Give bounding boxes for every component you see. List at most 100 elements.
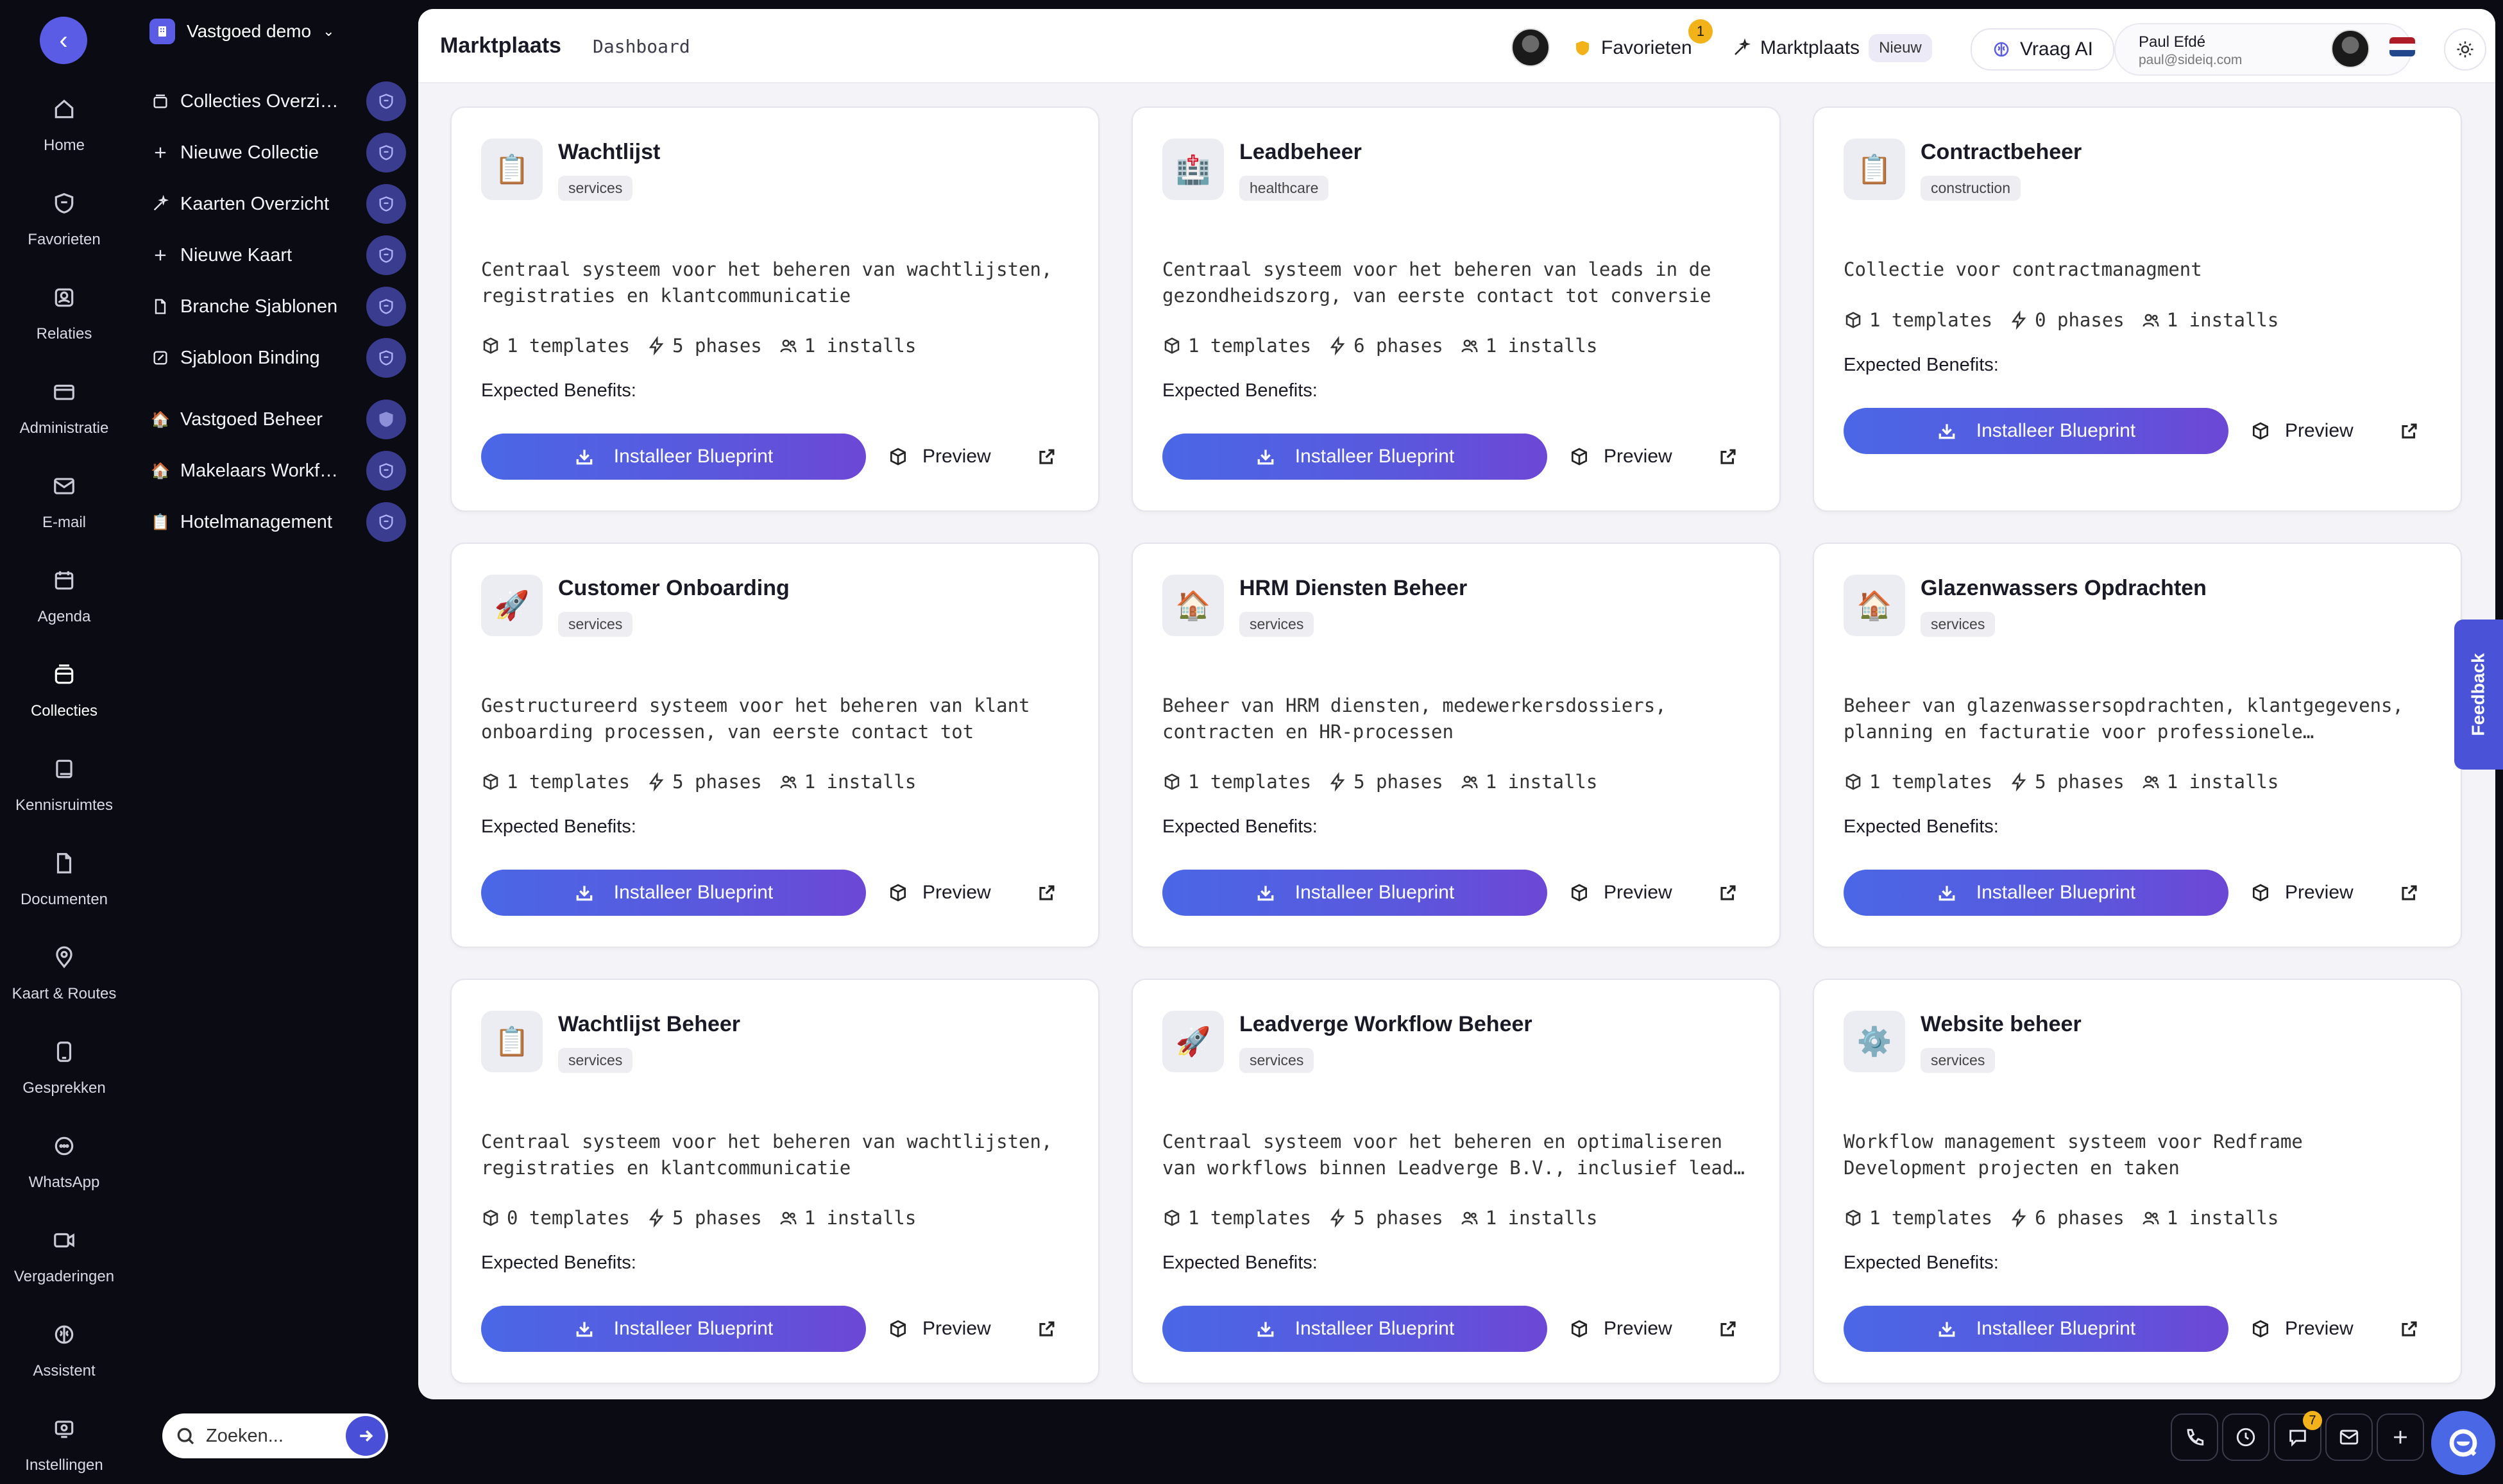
sidebar-item-vastgoed-beheer[interactable]: 🏠 Vastgoed Beheer [149, 399, 406, 440]
open-external-button[interactable] [2397, 870, 2422, 916]
card-description: Centraal systeem voor het beheren van le… [1162, 258, 1711, 307]
install-blueprint-button[interactable]: Installeer Blueprint [481, 1306, 866, 1352]
open-external-button[interactable] [1034, 434, 1060, 480]
install-blueprint-button[interactable]: Installeer Blueprint [1844, 870, 2228, 916]
pin-button[interactable] [366, 338, 406, 378]
open-external-button[interactable] [2397, 1306, 2422, 1352]
rail-item-favorieten[interactable]: Favorieten [0, 181, 128, 258]
pin-button[interactable] [366, 81, 406, 121]
install-blueprint-button[interactable]: Installeer Blueprint [481, 870, 866, 916]
rail-item-kennisruimtes[interactable]: Kennisruimtes [0, 746, 128, 823]
category-tag: construction [1921, 176, 2021, 201]
search-input[interactable] [205, 1424, 335, 1447]
house-emoji: 🏠 [151, 410, 170, 428]
box-icon [55, 664, 74, 684]
user-menu[interactable]: Paul Efdé paul@sideiq.com [2114, 23, 2412, 76]
pin-button[interactable] [366, 400, 406, 439]
preview-button[interactable]: Preview [2250, 1306, 2354, 1352]
rail-item-administratie[interactable]: Administratie [0, 369, 128, 446]
open-external-button[interactable] [2397, 408, 2422, 454]
download-icon [1939, 1322, 1955, 1337]
rail-item-collecties[interactable]: Collecties [0, 652, 128, 729]
install-blueprint-button[interactable]: Installeer Blueprint [1844, 408, 2228, 454]
feedback-tab[interactable]: Feedback [2454, 620, 2503, 770]
rail-icon-wrap [42, 841, 87, 886]
assistant-chat-button[interactable] [2431, 1411, 2495, 1475]
rail-item-e-mail[interactable]: E-mail [0, 464, 128, 541]
preview-button[interactable]: Preview [1569, 1306, 1672, 1352]
favorites-label: Favorieten [1601, 37, 1692, 58]
pin-button[interactable] [366, 184, 406, 224]
open-external-button[interactable] [1715, 434, 1741, 480]
preview-button[interactable]: Preview [2250, 870, 2354, 916]
marketplace-button[interactable]: Marktplaats Nieuw [1732, 28, 1932, 68]
phases-stat: 5 phases [1328, 771, 1443, 793]
preview-button[interactable]: Preview [888, 870, 991, 916]
ask-ai-button[interactable]: Vraag AI [1971, 28, 2114, 71]
history-button[interactable] [2222, 1413, 2270, 1461]
card-stats: 0 templates 5 phases 1 installs [481, 1207, 916, 1229]
mail-button[interactable] [2325, 1413, 2373, 1461]
rail-icon-wrap [42, 1218, 87, 1263]
breadcrumb[interactable]: Dashboard [593, 36, 690, 57]
house-emoji: 🏠 [151, 462, 170, 480]
sidebar-item-nieuwe-kaart[interactable]: Nieuwe Kaart [149, 235, 406, 276]
collapse-back-button[interactable]: ‹ [40, 17, 87, 64]
rail-item-gesprekken[interactable]: Gesprekken [0, 1029, 128, 1106]
rail-item-home[interactable]: Home [0, 87, 128, 164]
call-button[interactable] [2171, 1413, 2218, 1461]
rail-item-whatsapp[interactable]: WhatsApp [0, 1124, 128, 1201]
workspace-logo-icon [149, 19, 175, 44]
pin-button[interactable] [366, 235, 406, 275]
pin-button[interactable] [366, 287, 406, 326]
sidebar-item-collecties-overzicht[interactable]: Collecties Overzicht [149, 81, 406, 122]
open-external-button[interactable] [1715, 1306, 1741, 1352]
rail-item-assistent[interactable]: Assistent [0, 1312, 128, 1389]
search-submit-button[interactable] [346, 1416, 386, 1456]
card-description: Collectie voor contractmanagment [1844, 258, 2202, 280]
pin-button[interactable] [366, 502, 406, 542]
page-title: Marktplaats [440, 33, 561, 58]
sidebar-item-branche-sjablonen[interactable]: Branche Sjablonen [149, 286, 406, 327]
theme-toggle-button[interactable] [2444, 28, 2486, 71]
preview-button[interactable]: Preview [2250, 408, 2354, 454]
pin-button[interactable] [366, 451, 406, 491]
open-external-button[interactable] [1034, 870, 1060, 916]
avatar[interactable] [1511, 28, 1550, 67]
sidebar-item-hotelmanagement[interactable]: 📋 Hotelmanagement [149, 502, 406, 543]
sidebar-item-kaarten-overzicht[interactable]: Kaarten Overzicht [149, 183, 406, 224]
preview-label: Preview [922, 446, 991, 467]
language-flag-icon[interactable] [2389, 37, 2415, 56]
favorites-button[interactable]: Favorieten [1573, 28, 1692, 68]
card-description: Workflow management systeem voor Redfram… [1844, 1131, 2303, 1179]
install-blueprint-button[interactable]: Installeer Blueprint [1162, 1306, 1547, 1352]
rail-item-relaties[interactable]: Relaties [0, 275, 128, 352]
preview-button[interactable]: Preview [1569, 870, 1672, 916]
sidebar-item-sjabloon-binding[interactable]: Sjabloon Binding [149, 337, 406, 378]
install-blueprint-button[interactable]: Installeer Blueprint [1162, 870, 1547, 916]
phases-count: 0 phases [2035, 309, 2125, 331]
category-tag: services [1921, 1048, 1996, 1073]
sidebar-item-makelaars-workflow[interactable]: 🏠 Makelaars Workflow [149, 450, 406, 491]
rail-item-vergaderingen[interactable]: Vergaderingen [0, 1218, 128, 1295]
sidebar-item-nieuwe-collectie[interactable]: Nieuwe Collectie [149, 132, 406, 173]
install-blueprint-button[interactable]: Installeer Blueprint [1162, 434, 1547, 480]
preview-button[interactable]: Preview [888, 1306, 991, 1352]
install-blueprint-button[interactable]: Installeer Blueprint [481, 434, 866, 480]
workspace-switcher[interactable]: Vastgoed demo ⌄ [149, 17, 335, 46]
add-button[interactable] [2377, 1413, 2424, 1461]
preview-button[interactable]: Preview [888, 434, 991, 480]
rail-item-agenda[interactable]: Agenda [0, 558, 128, 635]
rail-item-instellingen[interactable]: Instellingen [0, 1406, 128, 1483]
open-external-button[interactable] [1715, 870, 1741, 916]
zap-icon [2011, 310, 2026, 330]
pin-button[interactable] [366, 133, 406, 173]
expected-benefits-label: Expected Benefits: [481, 816, 636, 837]
rail-item-kaart-routes[interactable]: Kaart & Routes [0, 935, 128, 1012]
open-external-button[interactable] [1034, 1306, 1060, 1352]
install-blueprint-button[interactable]: Installeer Blueprint [1844, 1306, 2228, 1352]
preview-button[interactable]: Preview [1569, 434, 1672, 480]
feedback-label: Feedback [2468, 653, 2489, 736]
package-icon [483, 773, 498, 790]
rail-item-documenten[interactable]: Documenten [0, 841, 128, 918]
